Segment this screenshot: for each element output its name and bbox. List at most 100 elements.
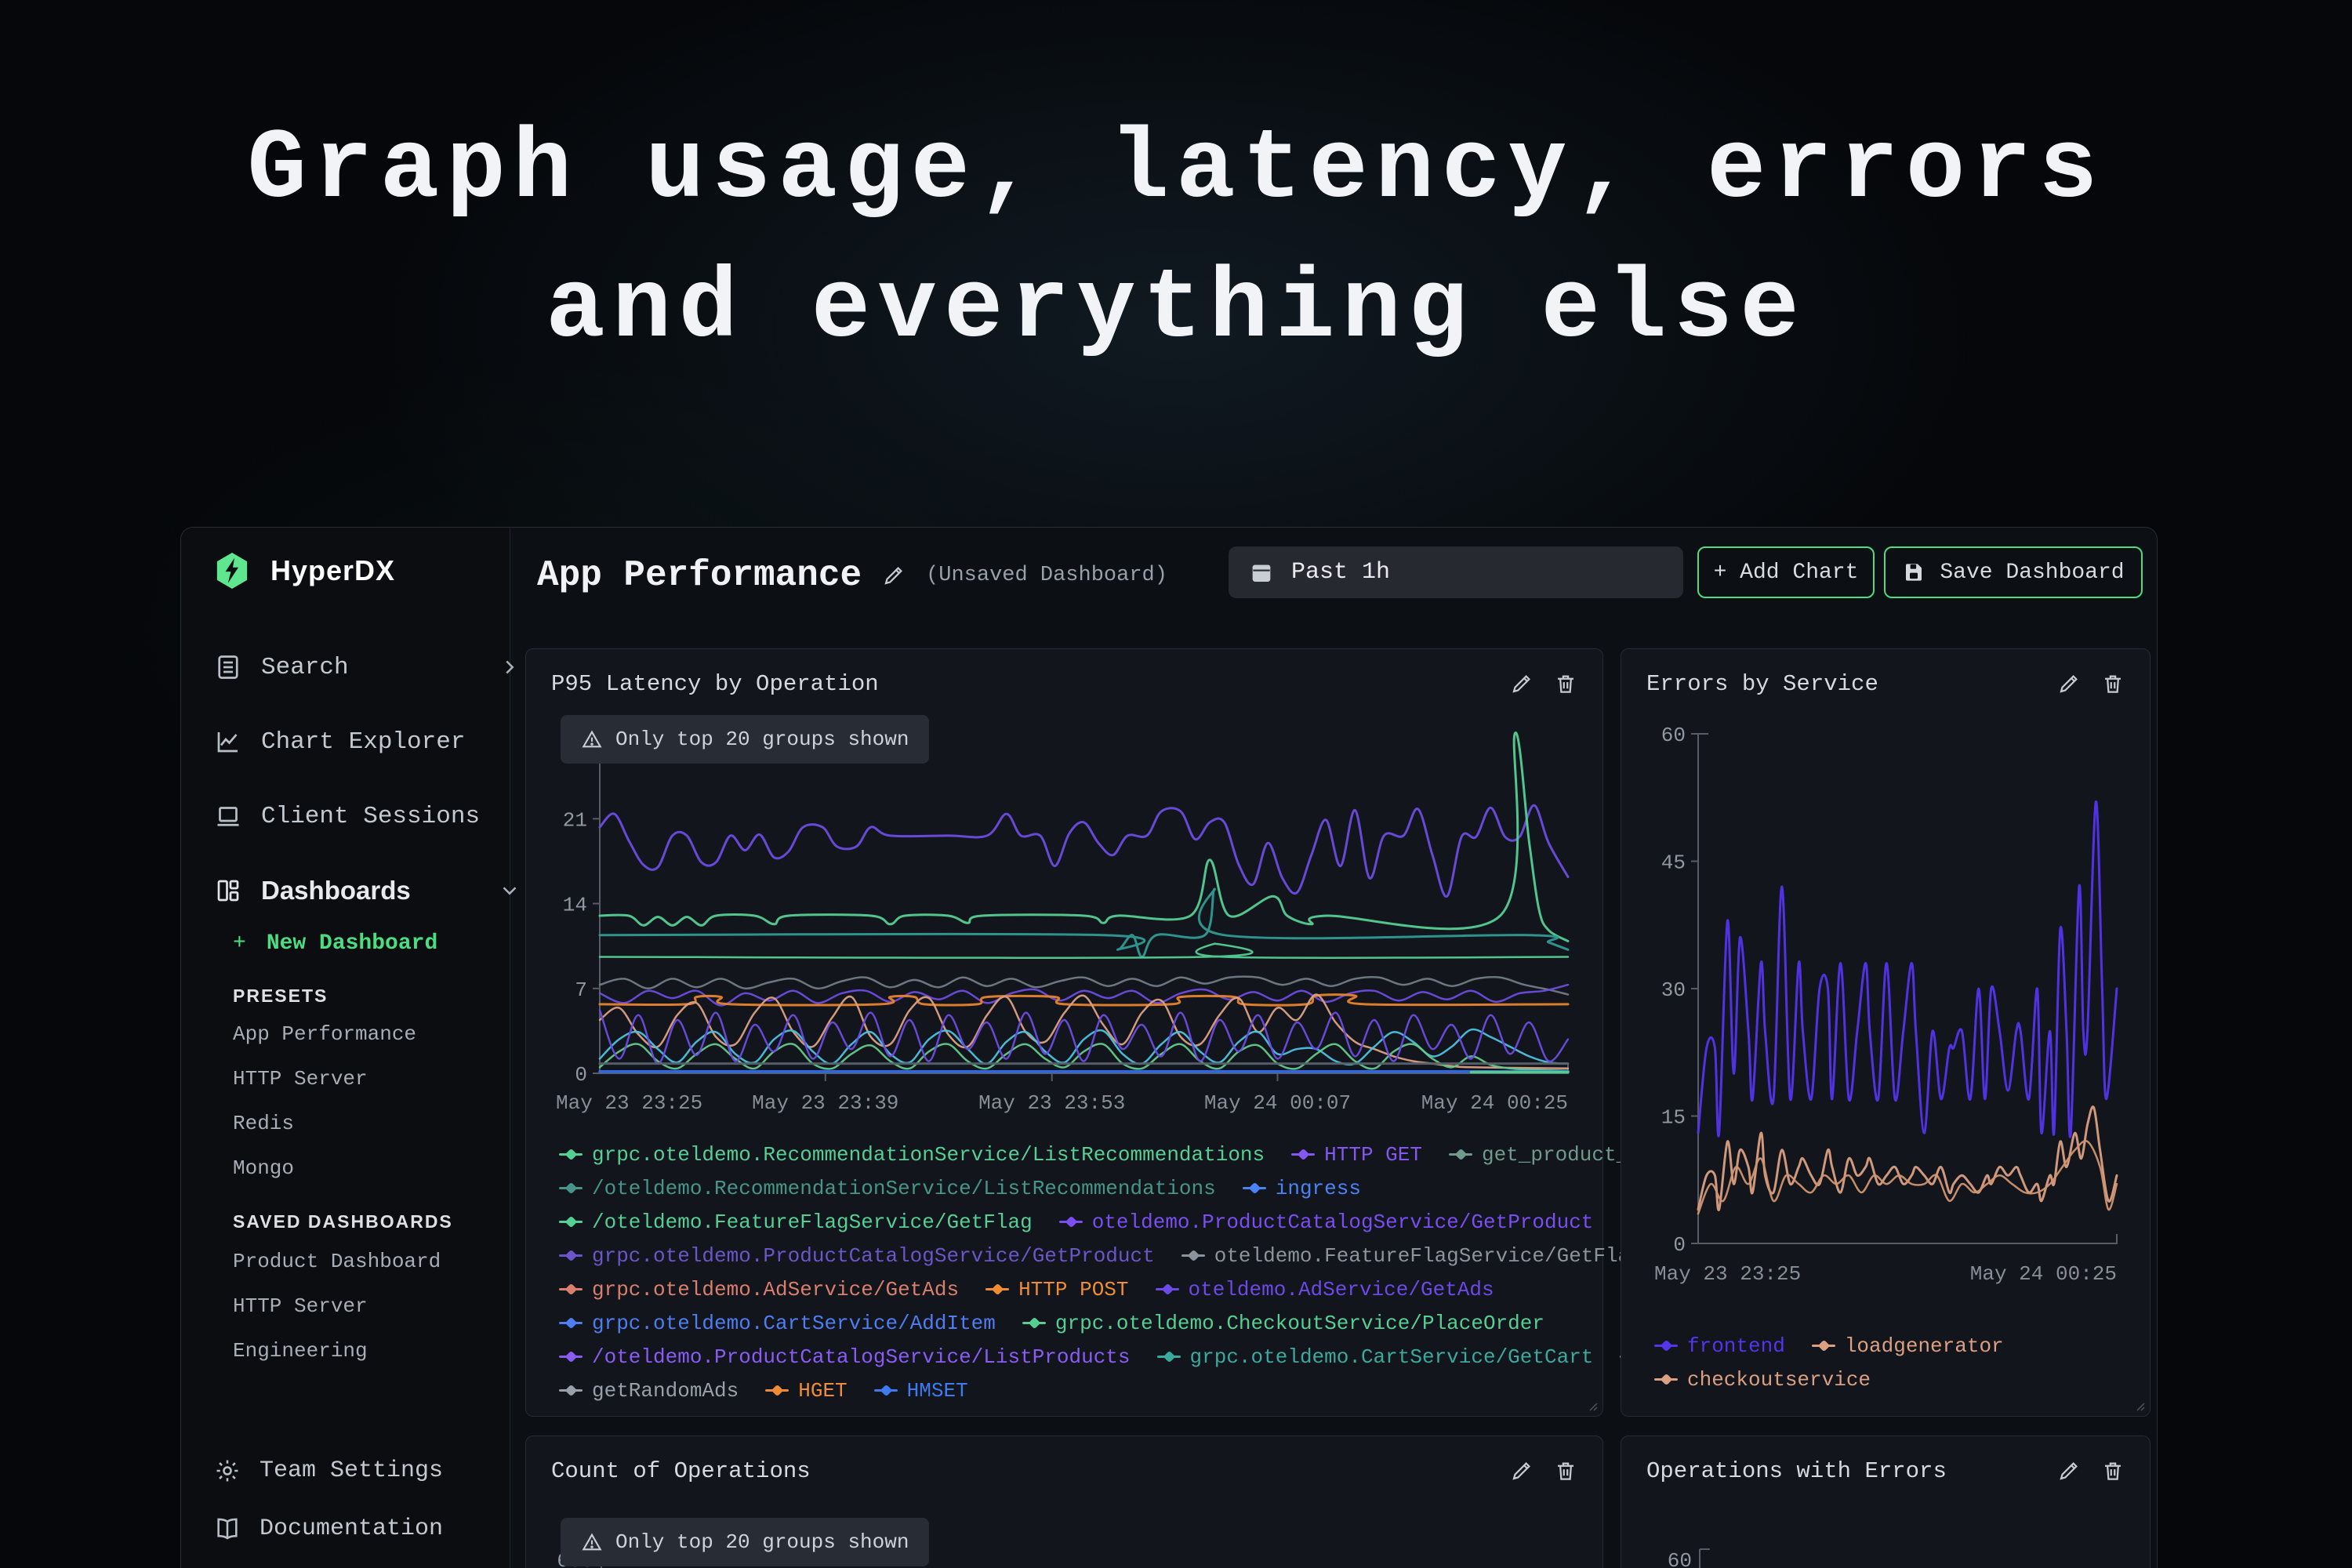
edit-chart-icon[interactable] xyxy=(1510,1459,1534,1483)
svg-text:May 24 00:07: May 24 00:07 xyxy=(1204,1091,1351,1115)
legend-diamond-icon xyxy=(771,1385,784,1397)
legend-label: /oteldemo.ProductCatalogService/ListProd… xyxy=(592,1345,1131,1369)
sidebar-item-label: Team Settings xyxy=(260,1457,443,1484)
legend-diamond-icon xyxy=(1661,1374,1673,1386)
legend-item[interactable]: HGET xyxy=(765,1379,847,1403)
p95-latency-chart: 28211470May 23 23:25May 23 23:39May 23 2… xyxy=(551,710,1577,1125)
card-title: Count of Operations xyxy=(551,1458,811,1484)
save-dashboard-button[interactable]: Save Dashboard xyxy=(1884,546,2143,598)
plus-icon: + xyxy=(233,931,246,956)
legend-item[interactable]: /oteldemo.RecommendationService/ListReco… xyxy=(559,1177,1216,1200)
legend-label: HTTP POST xyxy=(1018,1278,1128,1301)
delete-chart-icon[interactable] xyxy=(1554,672,1577,695)
legend-marker-icon xyxy=(559,1187,583,1189)
legend-label: oteldemo.ProductCatalogService/GetProduc… xyxy=(1092,1210,1594,1234)
add-chart-button[interactable]: + Add Chart xyxy=(1697,546,1875,598)
legend-item[interactable]: loadgenerator xyxy=(1812,1334,2004,1358)
legend-item[interactable]: grpc.oteldemo.RecommendationService/List… xyxy=(559,1143,1265,1167)
legend-label: HTTP GET xyxy=(1324,1143,1422,1167)
sidebar-saved-product-dashboard[interactable]: Product Dashboard xyxy=(233,1246,441,1277)
sidebar-item-label: Dashboards xyxy=(261,876,411,906)
legend-item[interactable]: getRandomAds xyxy=(559,1379,739,1403)
sidebar-saved-engineering[interactable]: Engineering xyxy=(233,1335,368,1367)
legend-item[interactable]: oteldemo.AdService/GetAds xyxy=(1156,1278,1494,1301)
svg-text:May 23 23:53: May 23 23:53 xyxy=(978,1091,1125,1115)
legend-row: checkoutservice xyxy=(1654,1363,2125,1396)
legend-item[interactable]: grpc.oteldemo.CheckoutService/PlaceOrder xyxy=(1022,1312,1544,1335)
card-count-of-operations: Count of Operations 600 Only top 20 grou… xyxy=(525,1436,1603,1568)
legend-row: /oteldemo.FeatureFlagService/GetFlagotel… xyxy=(559,1205,1577,1239)
svg-text:May 24 00:25: May 24 00:25 xyxy=(1421,1091,1568,1115)
sidebar-preset-app-performance[interactable]: App Performance xyxy=(233,1018,416,1050)
legend-item[interactable]: oteldemo.ProductCatalogService/GetProduc… xyxy=(1059,1210,1594,1234)
resize-handle-icon[interactable] xyxy=(1585,1399,1598,1411)
warning-icon xyxy=(581,728,603,750)
delete-chart-icon[interactable] xyxy=(2101,672,2125,695)
sidebar-item-team-settings[interactable]: Team Settings xyxy=(214,1453,443,1489)
legend-label: HMSET xyxy=(907,1379,968,1403)
saved-dashboards-section-label: SAVED DASHBOARDS xyxy=(233,1211,453,1232)
sidebar-saved-http-server[interactable]: HTTP Server xyxy=(233,1290,368,1322)
edit-title-icon[interactable] xyxy=(882,564,906,587)
legend-item[interactable]: grpc.oteldemo.AdService/GetAds xyxy=(559,1278,959,1301)
svg-text:0: 0 xyxy=(575,1063,587,1087)
legend-label: getRandomAds xyxy=(592,1379,739,1403)
sidebar-item-dashboards[interactable]: Dashboards xyxy=(214,873,411,909)
resize-handle-icon[interactable] xyxy=(2132,1399,2145,1411)
legend-marker-icon xyxy=(1654,1345,1678,1347)
dashboard-header: App Performance (Unsaved Dashboard) xyxy=(537,550,1167,601)
legend-marker-icon xyxy=(1022,1322,1046,1324)
card-errors-by-service: Errors by Service 604530150May 23 23:25M… xyxy=(1621,648,2151,1417)
legend-marker-icon xyxy=(559,1221,583,1223)
legend-marker-icon xyxy=(1291,1153,1315,1156)
edit-chart-icon[interactable] xyxy=(2057,1459,2081,1483)
legend-label: grpc.oteldemo.CartService/AddItem xyxy=(592,1312,996,1335)
legend-item[interactable]: /oteldemo.ProductCatalogService/ListProd… xyxy=(559,1345,1131,1369)
legend-marker-icon xyxy=(1812,1345,1835,1347)
legend-item[interactable]: grpc.oteldemo.CartService/AddItem xyxy=(559,1312,996,1335)
warning-text: Only top 20 groups shown xyxy=(615,728,909,751)
svg-text:60: 60 xyxy=(1668,1549,1692,1568)
legend-marker-icon xyxy=(1181,1254,1205,1257)
legend-row: grpc.oteldemo.RecommendationService/List… xyxy=(559,1138,1577,1171)
sidebar-item-client-sessions[interactable]: Client Sessions xyxy=(214,798,480,834)
sidebar-item-documentation[interactable]: Documentation xyxy=(214,1511,443,1547)
legend-diamond-icon xyxy=(1455,1149,1468,1161)
edit-chart-icon[interactable] xyxy=(2057,672,2081,695)
sidebar-item-search[interactable]: Search xyxy=(214,649,349,685)
time-range-picker[interactable]: Past 1h xyxy=(1229,546,1683,598)
legend-item[interactable]: grpc.oteldemo.ProductCatalogService/GetP… xyxy=(559,1244,1155,1268)
legend-marker-icon xyxy=(1243,1187,1266,1189)
delete-chart-icon[interactable] xyxy=(2101,1459,2125,1483)
logo[interactable]: HyperDX xyxy=(214,551,395,590)
legend-item[interactable]: frontend xyxy=(1654,1334,1785,1358)
legend-label: /oteldemo.FeatureFlagService/GetFlag xyxy=(592,1210,1033,1234)
legend-marker-icon xyxy=(1157,1356,1181,1358)
legend-marker-icon xyxy=(559,1288,583,1290)
dashboards-icon xyxy=(214,877,242,905)
legend-item[interactable]: grpc.oteldemo.CartService/GetCart xyxy=(1157,1345,1594,1369)
legend-item[interactable]: HTTP GET xyxy=(1291,1143,1422,1167)
svg-text:21: 21 xyxy=(563,808,587,832)
sidebar-preset-redis[interactable]: Redis xyxy=(233,1108,294,1139)
new-dashboard-button[interactable]: + New Dashboard xyxy=(233,926,437,960)
legend-item[interactable]: /oteldemo.FeatureFlagService/GetFlag xyxy=(559,1210,1033,1234)
legend-item[interactable]: HMSET xyxy=(874,1379,968,1403)
legend-label: oteldemo.FeatureFlagService/GetFlag xyxy=(1214,1244,1642,1268)
sidebar-preset-mongo[interactable]: Mongo xyxy=(233,1152,294,1184)
legend-item[interactable]: ingress xyxy=(1243,1177,1361,1200)
legend-marker-icon xyxy=(1156,1288,1179,1290)
legend-row: /oteldemo.RecommendationService/ListReco… xyxy=(559,1171,1577,1205)
delete-chart-icon[interactable] xyxy=(1554,1459,1577,1483)
legend-diamond-icon xyxy=(565,1317,578,1330)
legend-item[interactable]: checkoutservice xyxy=(1654,1368,1871,1392)
save-dashboard-label: Save Dashboard xyxy=(1940,561,2124,585)
sidebar-item-chart-explorer[interactable]: Chart Explorer xyxy=(214,724,465,760)
edit-chart-icon[interactable] xyxy=(1510,672,1534,695)
laptop-icon xyxy=(214,802,242,830)
legend-item[interactable]: oteldemo.FeatureFlagService/GetFlag xyxy=(1181,1244,1642,1268)
sidebar-preset-http-server[interactable]: HTTP Server xyxy=(233,1063,368,1094)
legend-diamond-icon xyxy=(1187,1250,1200,1262)
legend-item[interactable]: HTTP POST xyxy=(985,1278,1128,1301)
legend-diamond-icon xyxy=(565,1250,578,1262)
